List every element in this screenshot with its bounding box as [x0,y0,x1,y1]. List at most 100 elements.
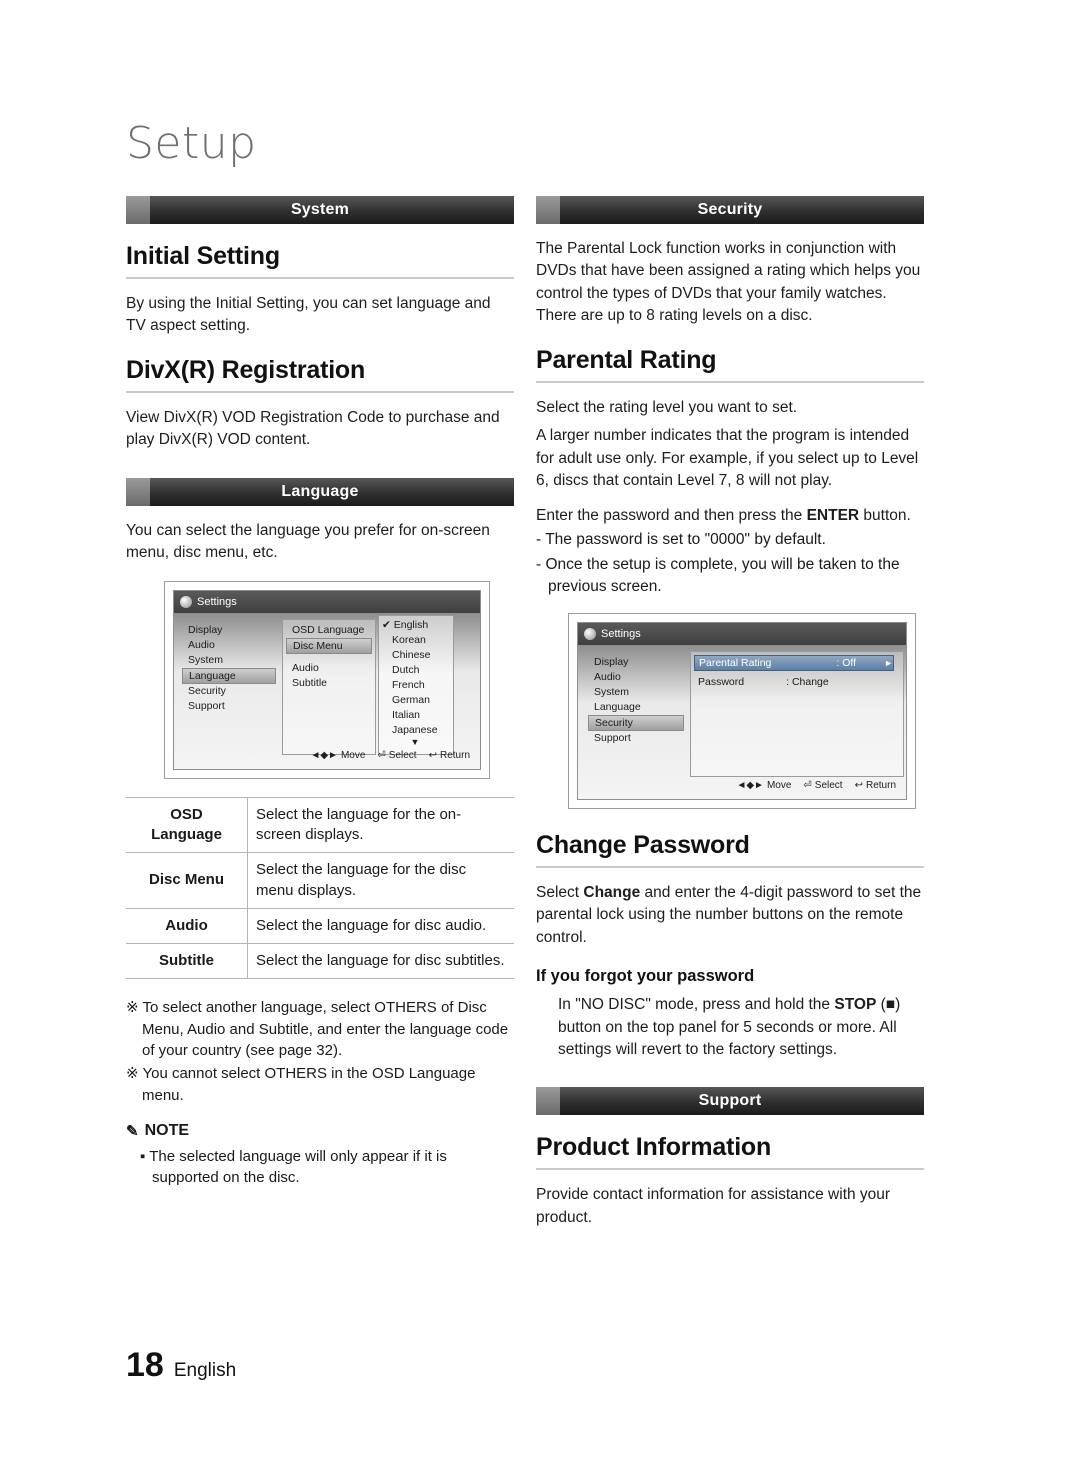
osd-menu-item-audio[interactable]: Audio [588,670,684,685]
osd-language-item-label: English [393,618,429,631]
osd-language-item-german[interactable]: German [380,693,450,708]
text-fragment: In "NO DISC" mode, press and hold the [558,996,835,1014]
text-divx-registration: View DivX(R) VOD Registration Code to pu… [126,408,500,449]
osd-menu-item-display[interactable]: Display [182,623,276,638]
section-bar-tab-icon [126,196,150,224]
gear-icon [584,627,596,640]
language-options-table: OSD Language Select the language for the… [126,796,514,980]
note-item-text: To select another language, select OTHER… [142,999,509,1059]
table-cell-key: OSD Language [126,796,248,854]
osd-titlebar: Settings [174,590,480,613]
osd-menu-item-support[interactable]: Support [588,731,684,746]
section-bar-tab-icon [536,1087,560,1116]
osd-submenu-item-osd-language[interactable]: OSD Language [286,623,372,638]
osd-language-item-italian[interactable]: Italian [380,708,450,723]
asterisk-icon: ※ [126,1065,143,1083]
osd-titlebar-label: Settings [601,627,641,640]
section-bar-tab-icon [126,477,150,506]
check-icon: ✔ [382,618,391,631]
table-cell-value: Select the language for the on-screen di… [247,796,514,854]
pencil-icon: ✎ [126,1122,139,1140]
page-language: English [173,1360,237,1381]
osd-menu-item-security[interactable]: Security [182,684,276,699]
text-change-password: Select Change and enter the 4-digit pass… [536,882,924,949]
divider [536,1168,924,1171]
text-language-intro: You can select the language you prefer f… [126,521,490,562]
section-bar-support: Support [536,1087,924,1116]
osd-row-value: : Off [836,656,857,669]
heading-initial-setting: Initial Setting [126,242,280,270]
section-bar-support-label: Support [698,1092,762,1110]
text-fragment: button. [859,506,911,524]
section-bar-system-label: System [290,201,350,218]
text-parental-rating-1: Select the rating level you want to set. [536,398,798,416]
text-bold-enter: ENTER [806,506,860,524]
text-forgot-password: In "NO DISC" mode, press and hold the ST… [558,994,924,1061]
table-cell-key: Disc Menu [126,852,248,909]
chevron-right-icon: ► [884,657,893,668]
right-column: Security The Parental Lock function work… [536,196,924,1241]
osd-menu-item-audio[interactable]: Audio [182,638,276,653]
table-row: Subtitle Select the language for disc su… [126,943,514,980]
section-bar-language-label: Language [281,482,359,500]
osd-language-item-dutch[interactable]: Dutch [380,663,450,678]
osd-menu-item-language[interactable]: Language [588,700,684,715]
bullet-icon: ▪ [140,1147,150,1165]
osd-row-parental-rating[interactable]: Parental Rating : Off ► [694,654,894,671]
osd-language-item-japanese[interactable]: Japanese [380,723,450,738]
osd-submenu-item-subtitle[interactable]: Subtitle [286,676,372,691]
note-box-title: ✎ NOTE [126,1122,514,1140]
table-cell-value: Select the language for the disc menu di… [247,852,514,909]
text-parental-bullet-2: - Once the setup is complete, you will b… [536,555,900,596]
chevron-down-icon[interactable]: ▼ [380,737,450,746]
note-item: ※ To select another language, select OTH… [126,997,514,1061]
divider [126,390,514,393]
osd-submenu-item-disc-menu[interactable]: Disc Menu [286,637,372,654]
text-parental-rating-2: A larger number indicates that the progr… [536,427,919,490]
page-footer: 18 English [126,1346,236,1385]
dpad-icon: ◄◆► [736,779,764,791]
table-row: Audio Select the language for disc audio… [126,907,514,945]
osd-menu-item-security[interactable]: Security [588,714,684,731]
enter-icon: ⏎ [377,749,386,761]
return-icon: ↩ [854,779,863,791]
osd-language-item-french[interactable]: French [380,678,450,693]
osd-inner: Settings Display Audio System Language S… [173,589,481,770]
osd-row-value: : Change [786,675,829,688]
osd-footer-return: ↩ Return [854,779,896,791]
osd-footer-return: ↩ Return [428,749,470,761]
section-bar-system: System [126,196,514,224]
osd-screenshot-security: Settings Display Audio System Language S… [568,612,916,809]
osd-footer-move: ◄◆► Move [736,779,792,791]
table-cell-value: Select the language for disc audio. [247,907,514,945]
osd-footer: ◄◆► Move ⏎ Select ↩ Return [736,780,896,791]
notes-list: ※ To select another language, select OTH… [126,997,514,1105]
note-item-text: You cannot select OTHERS in the OSD Lang… [142,1065,476,1104]
heading-parental-rating: Parental Rating [536,345,717,374]
osd-menu-item-display[interactable]: Display [588,655,684,670]
text-security-intro: The Parental Lock function works in conj… [536,240,921,325]
osd-language-item-korean[interactable]: Korean [380,633,450,648]
osd-inner: Settings Display Audio System Language S… [577,621,907,800]
section-bar-language: Language [126,477,514,506]
osd-language-item-english[interactable]: ✔ English [380,618,450,633]
heading-product-information: Product Information [536,1133,772,1162]
osd-menu-item-support[interactable]: Support [182,699,276,714]
osd-menu-item-language[interactable]: Language [182,667,276,684]
text-parental-rating-3: Enter the password and then press the EN… [536,505,924,527]
manual-page: Setup System Initial Setting By using th… [0,0,1080,1476]
osd-row-password[interactable]: Password : Change [694,675,898,690]
osd-menu-item-system[interactable]: System [588,685,684,700]
note-item: ※ You cannot select OTHERS in the OSD La… [126,1063,514,1106]
section-bar-security: Security [536,196,924,224]
osd-submenu-list: OSD Language Disc Menu Audio Subtitle [286,623,372,691]
table-cell-key: Audio [126,907,248,945]
return-icon: ↩ [428,749,437,761]
osd-submenu-item-audio[interactable]: Audio [286,661,372,676]
osd-footer: ◄◆► Move ⏎ Select ↩ Return [310,750,470,761]
osd-screenshot-language: Settings Display Audio System Language S… [164,580,490,779]
osd-menu-list: Display Audio System Language Security S… [182,623,276,714]
table-row: OSD Language Select the language for the… [126,796,514,854]
osd-menu-item-system[interactable]: System [182,653,276,668]
osd-language-item-chinese[interactable]: Chinese [380,648,450,663]
